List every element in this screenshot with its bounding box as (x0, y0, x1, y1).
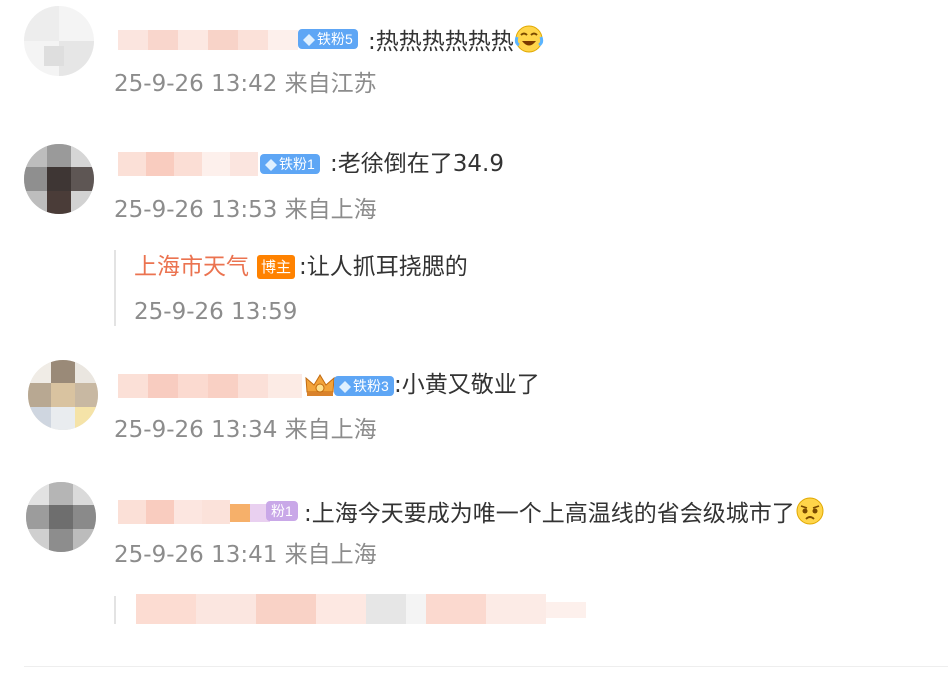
comment-location: 来自上海 (284, 417, 377, 443)
comment-text: :小黄又敬业了 (394, 372, 540, 398)
comment-location: 来自上海 (284, 197, 377, 223)
comment-text: :上海今天要成为唯一个上高温线的省会级城市了 (304, 496, 825, 529)
laugh-cry-emoji-icon (514, 24, 544, 54)
fan-level-badge[interactable]: 铁粉1 (260, 154, 320, 174)
comment-meta: 25-9-26 13:34 来自上海 (114, 415, 377, 445)
fan-level-label: 粉1 (271, 503, 293, 519)
avatar[interactable] (24, 144, 94, 214)
comment-time: 25-9-26 13:41 (114, 542, 278, 568)
fan-level-label: 铁粉3 (353, 378, 389, 394)
comment-location: 来自上海 (284, 542, 377, 568)
avatar[interactable] (28, 360, 98, 430)
list-divider (24, 666, 948, 667)
comment-item: 粉1 :上海今天要成为唯一个上高温线的省会级城市了 25-9-26 13:41 … (0, 470, 948, 630)
reply-indent-bar (114, 250, 116, 326)
fan-level-label: 铁粉1 (279, 156, 315, 172)
comment-item: 铁粉5 :热热热热热热 25-9-26 13:42 来自江苏 (0, 0, 948, 110)
diamond-icon (265, 158, 277, 171)
blogger-badge: 博主 (257, 255, 296, 279)
comment-time: 25-9-26 13:53 (114, 197, 278, 223)
comment-content: :热热热热热热 (368, 29, 514, 55)
comment-time: 25-9-26 13:34 (114, 417, 278, 443)
fan-level-badge[interactable]: 铁粉5 (298, 29, 358, 49)
comment-item: 铁粉1 :老徐倒在了34.9 25-9-26 13:53 来自上海 上海市天气博… (0, 130, 948, 340)
crown-icon (304, 372, 336, 398)
reply-time: 25-9-26 13:59 (134, 299, 298, 325)
comment-meta: 25-9-26 13:41 来自上海 (114, 540, 377, 570)
username-blurred[interactable] (118, 370, 302, 400)
avatar[interactable] (24, 6, 94, 76)
username-blurred[interactable] (118, 496, 270, 526)
diamond-icon (303, 33, 315, 46)
comment-content: :上海今天要成为唯一个上高温线的省会级城市了 (304, 501, 795, 527)
comment-location: 来自江苏 (284, 71, 377, 97)
fan-level-badge[interactable]: 粉1 (266, 501, 298, 521)
comment-text: :热热热热热热 (368, 24, 544, 57)
diamond-icon (339, 380, 351, 393)
fan-level-label: 铁粉5 (317, 31, 353, 47)
reply-content: :让人抓耳挠腮的 (299, 254, 468, 280)
fan-level-badge[interactable]: 铁粉3 (334, 376, 394, 396)
comment-meta: 25-9-26 13:53 来自上海 (114, 195, 377, 225)
blurred-reply (114, 590, 594, 626)
comment-item: 铁粉3 :小黄又敬业了 25-9-26 13:34 来自上海 (0, 350, 948, 460)
reply-author[interactable]: 上海市天气 (134, 254, 249, 280)
comment-text: :老徐倒在了34.9 (330, 151, 504, 177)
avatar[interactable] (26, 482, 96, 552)
comment-meta: 25-9-26 13:42 来自江苏 (114, 69, 377, 99)
comment-time: 25-9-26 13:42 (114, 71, 278, 97)
username-blurred[interactable] (118, 24, 298, 54)
reply-text: 上海市天气 博主:让人抓耳挠腮的 (134, 252, 468, 282)
username-blurred[interactable] (118, 148, 258, 178)
pleading-emoji-icon (795, 496, 825, 526)
